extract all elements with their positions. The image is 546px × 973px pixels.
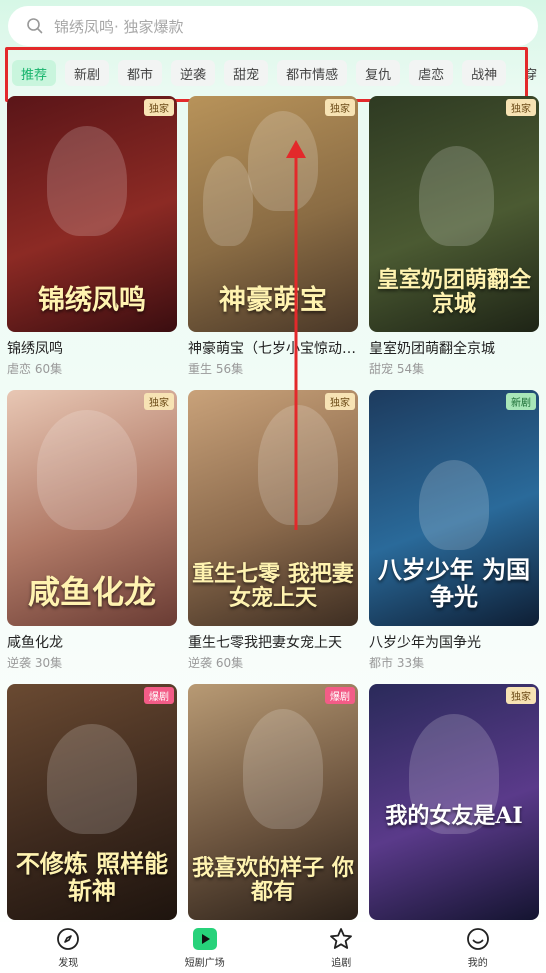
drama-card[interactable]: 新剧 八岁少年 为国争光 八岁少年为国争光 都市 33集 xyxy=(369,390,539,671)
bottom-nav: 发现 短剧广场 追剧 我的 xyxy=(0,922,546,973)
tab-chuan[interactable]: 穿 xyxy=(515,60,537,86)
nav-label: 追剧 xyxy=(331,957,352,969)
drama-card[interactable]: 独家 咸鱼化龙 咸鱼化龙 逆袭 30集 xyxy=(7,390,177,671)
search-placeholder: 锦绣凤鸣· 独家爆款 xyxy=(54,17,184,36)
tab-nixi[interactable]: 逆袭 xyxy=(171,60,216,86)
search-bar[interactable]: 锦绣凤鸣· 独家爆款 xyxy=(8,6,538,46)
drama-card[interactable]: 独家 皇室奶团萌翻全京城 皇室奶团萌翻全京城 甜宠 54集 xyxy=(369,96,539,377)
play-square-icon xyxy=(192,927,217,950)
poster-title-art: 咸鱼化龙 xyxy=(27,572,156,611)
badge: 独家 xyxy=(506,687,536,704)
category-tabs: 推荐 新剧 都市 逆袭 甜宠 都市情感 复仇 虐恋 战神 穿 xyxy=(0,56,546,90)
search-icon xyxy=(27,18,43,34)
tab-nuelian[interactable]: 虐恋 xyxy=(409,60,454,86)
drama-meta: 都市 33集 xyxy=(369,656,425,670)
tab-tianchong[interactable]: 甜宠 xyxy=(224,60,269,86)
badge: 新剧 xyxy=(506,393,536,410)
nav-label: 我的 xyxy=(467,957,488,969)
drama-poster[interactable]: 爆剧 我喜欢的样子 你都有 xyxy=(188,684,358,920)
badge: 独家 xyxy=(506,99,536,116)
poster-title-art: 八岁少年 为国争光 xyxy=(377,555,531,611)
drama-poster[interactable]: 独家 重生七零 我把妻女宠上天 xyxy=(188,390,358,626)
tab-zhanshen[interactable]: 战神 xyxy=(462,60,507,86)
drama-poster[interactable]: 爆剧 不修炼 照样能斩神 xyxy=(7,684,177,920)
tab-tuijian[interactable]: 推荐 xyxy=(12,60,57,86)
poster-title-art: 我的女友是AI xyxy=(385,803,523,829)
poster-title-art: 神豪萌宝 xyxy=(219,285,327,317)
nav-discover[interactable]: 发现 xyxy=(0,922,137,973)
drama-title[interactable]: 皇室奶团萌翻全京城 xyxy=(369,338,539,358)
drama-title[interactable]: 重生七零我把妻女宠上天 xyxy=(188,632,358,652)
tab-dushi-qinggan[interactable]: 都市情感 xyxy=(277,60,348,86)
drama-title[interactable]: 八岁少年为国争光 xyxy=(369,632,539,652)
tab-dushi[interactable]: 都市 xyxy=(118,60,163,86)
badge: 爆剧 xyxy=(325,687,355,704)
drama-meta: 甜宠 54集 xyxy=(369,362,425,376)
smile-icon xyxy=(466,927,489,950)
drama-poster[interactable]: 独家 皇室奶团萌翻全京城 xyxy=(369,96,539,332)
drama-poster[interactable]: 新剧 八岁少年 为国争光 xyxy=(369,390,539,626)
nav-drama-square[interactable]: 短剧广场 xyxy=(137,922,274,973)
nav-label: 短剧广场 xyxy=(184,957,225,969)
badge: 爆剧 xyxy=(144,687,174,704)
drama-meta: 逆袭 30集 xyxy=(7,656,63,670)
drama-card[interactable]: 独家 我的女友是AI xyxy=(369,684,539,920)
poster-title-art: 不修炼 照样能斩神 xyxy=(15,849,169,905)
badge: 独家 xyxy=(144,99,174,116)
drama-title[interactable]: 锦绣凤鸣 xyxy=(7,338,177,358)
drama-poster[interactable]: 独家 咸鱼化龙 xyxy=(7,390,177,626)
badge: 独家 xyxy=(144,393,174,410)
drama-meta: 虐恋 60集 xyxy=(7,362,63,376)
drama-card[interactable]: 爆剧 不修炼 照样能斩神 xyxy=(7,684,177,920)
drama-title[interactable]: 咸鱼化龙 xyxy=(7,632,177,652)
poster-title-art: 重生七零 我把妻女宠上天 xyxy=(192,560,354,611)
tab-fuchou[interactable]: 复仇 xyxy=(356,60,401,86)
badge: 独家 xyxy=(325,99,355,116)
star-icon xyxy=(330,927,353,949)
poster-title-art: 锦绣凤鸣 xyxy=(38,285,146,317)
drama-poster[interactable]: 独家 我的女友是AI xyxy=(369,684,539,920)
drama-meta: 重生 56集 xyxy=(188,362,244,376)
drama-poster[interactable]: 独家 锦绣凤鸣 xyxy=(7,96,177,332)
tab-xinju[interactable]: 新剧 xyxy=(65,60,110,86)
drama-poster[interactable]: 独家 神豪萌宝 xyxy=(188,96,358,332)
drama-card[interactable]: 独家 神豪萌宝 神豪萌宝（七岁小宝惊动… 重生 56集 xyxy=(188,96,358,377)
drama-card[interactable]: 独家 锦绣凤鸣 锦绣凤鸣 虐恋 60集 xyxy=(7,96,177,377)
badge: 独家 xyxy=(325,393,355,410)
nav-following[interactable]: 追剧 xyxy=(273,922,410,973)
drama-title[interactable]: 神豪萌宝（七岁小宝惊动… xyxy=(188,338,358,358)
nav-label: 发现 xyxy=(58,957,79,969)
nav-mine[interactable]: 我的 xyxy=(410,922,546,973)
drama-card[interactable]: 爆剧 我喜欢的样子 你都有 xyxy=(188,684,358,920)
drama-card[interactable]: 独家 重生七零 我把妻女宠上天 重生七零我把妻女宠上天 逆袭 60集 xyxy=(188,390,358,671)
drama-meta: 逆袭 60集 xyxy=(188,656,244,670)
poster-title-art: 我喜欢的样子 你都有 xyxy=(192,854,354,905)
compass-icon xyxy=(57,927,80,950)
poster-title-art: 皇室奶团萌翻全京城 xyxy=(376,266,531,317)
